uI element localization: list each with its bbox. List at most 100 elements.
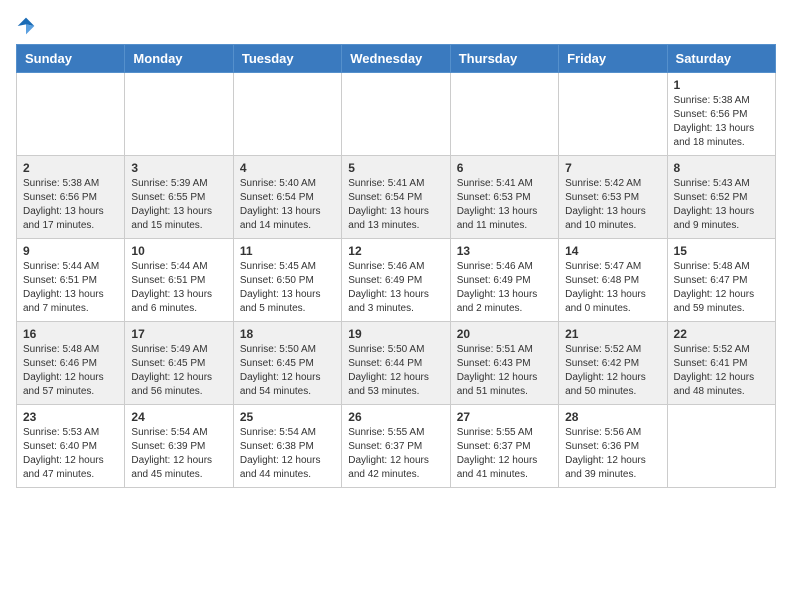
calendar-cell: 16Sunrise: 5:48 AM Sunset: 6:46 PM Dayli… — [17, 322, 125, 405]
calendar-cell: 8 Sunrise: 5:43 AM Sunset: 6:52 PM Daylig… — [667, 156, 775, 239]
calendar-cell: 5Sunrise: 5:41 AM Sunset: 6:54 PM Daylig… — [342, 156, 450, 239]
calendar-body: 1 Sunrise: 5:38 AM Sunset: 6:56 PM Daylig… — [17, 73, 776, 488]
day-number: 13 — [457, 244, 552, 258]
day-info: Sunrise: 5:45 AM Sunset: 6:50 PM Dayligh… — [240, 260, 335, 316]
day-info: Sunrise: 5:41 AM Sunset: 6:54 PM Dayligh… — [348, 177, 443, 233]
day-info: Sunrise: 5:56 AM Sunset: 6:36 PM Dayligh… — [565, 426, 660, 482]
day-info: Sunrise: 5:54 AM Sunset: 6:39 PM Dayligh… — [131, 426, 226, 482]
calendar-cell: 21 Sunrise: 5:52 AM Sunset: 6:42 PM Dayli… — [559, 322, 667, 405]
calendar-cell — [125, 73, 233, 156]
day-number: 22 — [674, 327, 769, 341]
calendar-cell: 26 Sunrise: 5:55 AM Sunset: 6:37 PM Dayli… — [342, 405, 450, 488]
calendar-cell — [450, 73, 558, 156]
logo-icon — [16, 16, 36, 36]
day-info: Sunrise: 5:41 AM Sunset: 6:53 PM Dayligh… — [457, 177, 552, 233]
calendar-cell: 28 Sunrise: 5:56 AM Sunset: 6:36 PM Dayli… — [559, 405, 667, 488]
weekday-thursday: Thursday — [450, 45, 558, 73]
calendar-week-2: 9 Sunrise: 5:44 AM Sunset: 6:51 PM Daylig… — [17, 239, 776, 322]
calendar-cell: 27 Sunrise: 5:55 AM Sunset: 6:37 PM Dayli… — [450, 405, 558, 488]
day-info: Sunrise: 5:46 AM Sunset: 6:49 PM Dayligh… — [457, 260, 552, 316]
calendar-week-0: 1 Sunrise: 5:38 AM Sunset: 6:56 PM Daylig… — [17, 73, 776, 156]
day-number: 28 — [565, 410, 660, 424]
day-number: 8 — [674, 161, 769, 175]
day-info: Sunrise: 5:46 AM Sunset: 6:49 PM Dayligh… — [348, 260, 443, 316]
day-number: 1 — [674, 78, 769, 92]
day-info: Sunrise: 5:52 AM Sunset: 6:41 PM Dayligh… — [674, 343, 769, 399]
day-number: 15 — [674, 244, 769, 258]
day-number: 19 — [348, 327, 443, 341]
day-info: Sunrise: 5:53 AM Sunset: 6:40 PM Dayligh… — [23, 426, 118, 482]
weekday-tuesday: Tuesday — [233, 45, 341, 73]
calendar-cell: 23Sunrise: 5:53 AM Sunset: 6:40 PM Dayli… — [17, 405, 125, 488]
day-number: 21 — [565, 327, 660, 341]
calendar-cell: 18 Sunrise: 5:50 AM Sunset: 6:45 PM Dayli… — [233, 322, 341, 405]
day-info: Sunrise: 5:51 AM Sunset: 6:43 PM Dayligh… — [457, 343, 552, 399]
weekday-sunday: Sunday — [17, 45, 125, 73]
day-number: 2 — [23, 161, 118, 175]
calendar-cell: 15 Sunrise: 5:48 AM Sunset: 6:47 PM Dayli… — [667, 239, 775, 322]
day-number: 17 — [131, 327, 226, 341]
day-number: 25 — [240, 410, 335, 424]
page-header — [16, 16, 776, 36]
day-number: 6 — [457, 161, 552, 175]
day-info: Sunrise: 5:50 AM Sunset: 6:45 PM Dayligh… — [240, 343, 335, 399]
weekday-saturday: Saturday — [667, 45, 775, 73]
day-info: Sunrise: 5:55 AM Sunset: 6:37 PM Dayligh… — [348, 426, 443, 482]
day-number: 18 — [240, 327, 335, 341]
day-number: 10 — [131, 244, 226, 258]
calendar-cell: 20 Sunrise: 5:51 AM Sunset: 6:43 PM Dayli… — [450, 322, 558, 405]
weekday-friday: Friday — [559, 45, 667, 73]
logo — [16, 16, 40, 36]
calendar-cell: 22 Sunrise: 5:52 AM Sunset: 6:41 PM Dayli… — [667, 322, 775, 405]
calendar-cell — [17, 73, 125, 156]
calendar-table: SundayMondayTuesdayWednesdayThursdayFrid… — [16, 44, 776, 488]
day-number: 20 — [457, 327, 552, 341]
calendar-week-1: 2 Sunrise: 5:38 AM Sunset: 6:56 PM Daylig… — [17, 156, 776, 239]
day-info: Sunrise: 5:39 AM Sunset: 6:55 PM Dayligh… — [131, 177, 226, 233]
calendar-week-3: 16Sunrise: 5:48 AM Sunset: 6:46 PM Dayli… — [17, 322, 776, 405]
weekday-header-row: SundayMondayTuesdayWednesdayThursdayFrid… — [17, 45, 776, 73]
day-info: Sunrise: 5:47 AM Sunset: 6:48 PM Dayligh… — [565, 260, 660, 316]
weekday-wednesday: Wednesday — [342, 45, 450, 73]
weekday-monday: Monday — [125, 45, 233, 73]
day-info: Sunrise: 5:44 AM Sunset: 6:51 PM Dayligh… — [131, 260, 226, 316]
day-info: Sunrise: 5:48 AM Sunset: 6:47 PM Dayligh… — [674, 260, 769, 316]
calendar-cell: 11Sunrise: 5:45 AM Sunset: 6:50 PM Dayli… — [233, 239, 341, 322]
day-info: Sunrise: 5:52 AM Sunset: 6:42 PM Dayligh… — [565, 343, 660, 399]
day-info: Sunrise: 5:50 AM Sunset: 6:44 PM Dayligh… — [348, 343, 443, 399]
day-info: Sunrise: 5:54 AM Sunset: 6:38 PM Dayligh… — [240, 426, 335, 482]
day-info: Sunrise: 5:38 AM Sunset: 6:56 PM Dayligh… — [23, 177, 118, 233]
calendar-cell — [342, 73, 450, 156]
calendar-cell: 10 Sunrise: 5:44 AM Sunset: 6:51 PM Dayli… — [125, 239, 233, 322]
calendar-cell — [559, 73, 667, 156]
calendar-cell — [667, 405, 775, 488]
day-info: Sunrise: 5:40 AM Sunset: 6:54 PM Dayligh… — [240, 177, 335, 233]
calendar-cell: 9 Sunrise: 5:44 AM Sunset: 6:51 PM Daylig… — [17, 239, 125, 322]
day-info: Sunrise: 5:48 AM Sunset: 6:46 PM Dayligh… — [23, 343, 118, 399]
day-number: 12 — [348, 244, 443, 258]
calendar-cell: 6 Sunrise: 5:41 AM Sunset: 6:53 PM Daylig… — [450, 156, 558, 239]
day-number: 27 — [457, 410, 552, 424]
day-number: 7 — [565, 161, 660, 175]
day-number: 4 — [240, 161, 335, 175]
calendar-cell: 12 Sunrise: 5:46 AM Sunset: 6:49 PM Dayli… — [342, 239, 450, 322]
calendar-cell: 2 Sunrise: 5:38 AM Sunset: 6:56 PM Daylig… — [17, 156, 125, 239]
calendar-cell: 4 Sunrise: 5:40 AM Sunset: 6:54 PM Daylig… — [233, 156, 341, 239]
day-info: Sunrise: 5:44 AM Sunset: 6:51 PM Dayligh… — [23, 260, 118, 316]
calendar-cell: 3 Sunrise: 5:39 AM Sunset: 6:55 PM Daylig… — [125, 156, 233, 239]
calendar-cell — [233, 73, 341, 156]
day-number: 9 — [23, 244, 118, 258]
day-info: Sunrise: 5:38 AM Sunset: 6:56 PM Dayligh… — [674, 94, 769, 150]
day-number: 26 — [348, 410, 443, 424]
day-number: 14 — [565, 244, 660, 258]
calendar-cell: 13 Sunrise: 5:46 AM Sunset: 6:49 PM Dayli… — [450, 239, 558, 322]
day-info: Sunrise: 5:43 AM Sunset: 6:52 PM Dayligh… — [674, 177, 769, 233]
calendar-cell: 1 Sunrise: 5:38 AM Sunset: 6:56 PM Daylig… — [667, 73, 775, 156]
day-number: 24 — [131, 410, 226, 424]
day-info: Sunrise: 5:55 AM Sunset: 6:37 PM Dayligh… — [457, 426, 552, 482]
day-info: Sunrise: 5:42 AM Sunset: 6:53 PM Dayligh… — [565, 177, 660, 233]
calendar-cell: 24 Sunrise: 5:54 AM Sunset: 6:39 PM Dayli… — [125, 405, 233, 488]
calendar-cell: 19 Sunrise: 5:50 AM Sunset: 6:44 PM Dayli… — [342, 322, 450, 405]
day-info: Sunrise: 5:49 AM Sunset: 6:45 PM Dayligh… — [131, 343, 226, 399]
day-number: 3 — [131, 161, 226, 175]
